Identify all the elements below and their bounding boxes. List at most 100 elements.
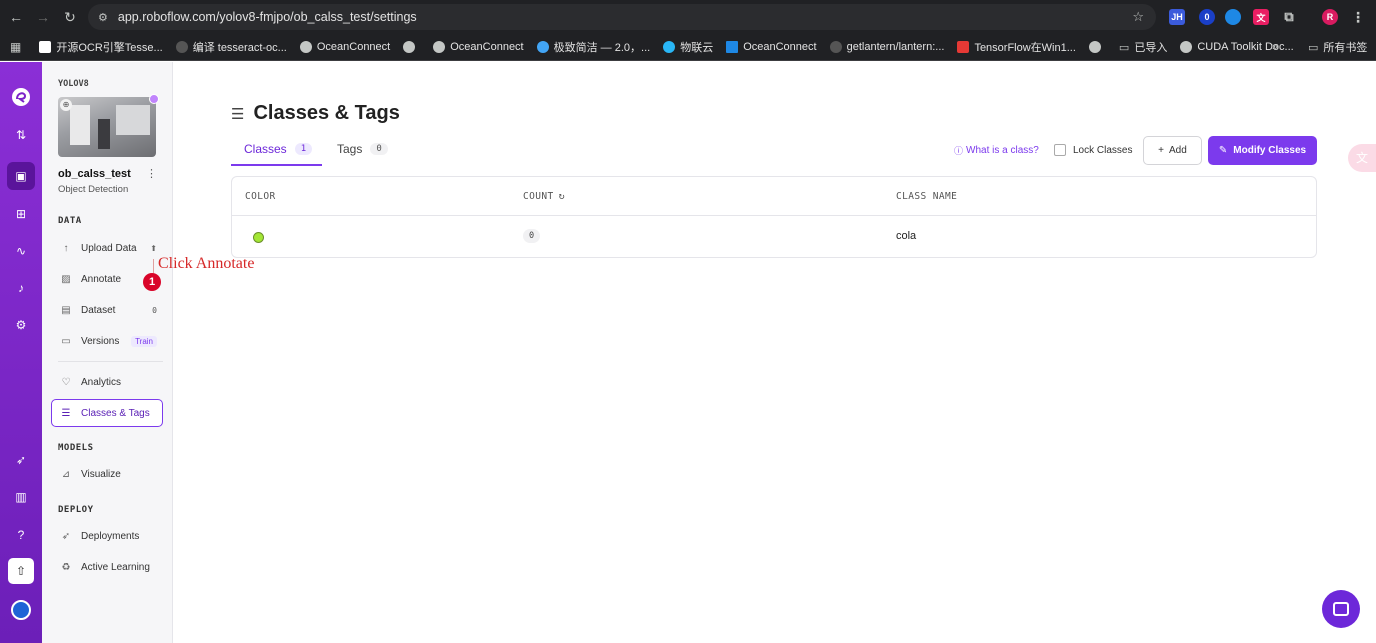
main-content: ☰ Classes & Tags Classes 1 Tags 0 ⓘ What… (174, 62, 1376, 643)
projects-icon[interactable]: ▣ (0, 169, 42, 183)
folder-icon: ▭ (1308, 41, 1319, 54)
project-menu-icon[interactable]: ⋮ (146, 167, 157, 180)
checkbox-box[interactable] (1054, 144, 1066, 156)
classes-table: COLOR COUNT ↻ CLASS NAME 0 cola (231, 176, 1317, 258)
status-dot (149, 94, 159, 104)
sidebar-item-upload-data[interactable]: ↑ Upload Data ⬆ (52, 235, 163, 261)
column-header-count[interactable]: COUNT ↻ (523, 177, 565, 215)
switch-icon[interactable]: ⇅ (0, 128, 42, 142)
bookmark-star-icon[interactable]: ☆ (1132, 9, 1144, 25)
add-button[interactable]: + Add (1143, 136, 1202, 165)
modify-classes-button[interactable]: ✎ Modify Classes (1208, 136, 1317, 165)
sidebar-item-deployments[interactable]: ➶ Deployments (52, 523, 163, 549)
tab-classes[interactable]: Classes 1 (244, 142, 313, 156)
translate-extension-icon[interactable]: 文 (1253, 9, 1269, 25)
extensions-puzzle-icon[interactable]: ⧉ (1281, 9, 1297, 25)
page-title: ☰ Classes & Tags (231, 102, 400, 124)
plus-icon: + (1158, 145, 1165, 156)
bookmark[interactable]: TensorFlow在Win1... (957, 39, 1076, 55)
tags-count-badge: 0 (370, 143, 388, 155)
user-avatar[interactable] (11, 600, 31, 620)
bookmark[interactable] (1088, 41, 1106, 53)
column-header-color: COLOR (245, 190, 276, 202)
extension-icon[interactable]: 0 (1199, 9, 1215, 25)
list-numbered-icon: ☰ (231, 105, 245, 123)
sidebar-item-versions[interactable]: ▭ Versions Train (52, 328, 163, 354)
edit-icon: ✎ (1218, 145, 1228, 156)
project-type: Object Detection (58, 184, 129, 195)
bookmark[interactable]: OceanConnect (726, 41, 817, 53)
extension-icon[interactable] (1225, 9, 1241, 25)
profile-avatar[interactable]: R (1322, 9, 1338, 25)
apps-grid-icon[interactable]: ▦ (10, 40, 21, 54)
help-icon[interactable]: ? (0, 528, 42, 542)
sidebar-item-visualize[interactable]: ⊿ Visualize (52, 461, 163, 487)
upload-small-icon: ⬆ (150, 243, 157, 253)
column-header-class-name: CLASS NAME (896, 190, 958, 202)
rocket-icon[interactable]: ➶ (0, 453, 42, 467)
workflows-icon[interactable]: ⊞ (0, 207, 42, 221)
tab-tags[interactable]: Tags 0 (337, 142, 388, 156)
browser-toolbar: ← → ↻ ⚙ app.roboflow.com/yolov8-fmjpo/ob… (0, 0, 1376, 34)
workspace-name[interactable]: YOLOV8 (58, 79, 89, 89)
bookmark[interactable]: OceanConnect (433, 41, 524, 53)
bookmark[interactable]: getlantern/lantern:... (829, 41, 944, 53)
question-circle-icon: ⓘ (954, 146, 964, 156)
bookmark[interactable]: OceanConnect (299, 41, 390, 53)
extension-icon[interactable]: JH (1169, 9, 1185, 25)
what-is-class-link[interactable]: ⓘ What is a class? (954, 144, 1039, 157)
section-models: MODELS (58, 443, 94, 453)
lock-classes-checkbox[interactable]: Lock Classes (1054, 144, 1132, 156)
url-text: app.roboflow.com/yolov8-fmjpo/ob_calss_t… (117, 10, 417, 24)
project-thumbnail[interactable]: ⊕ (58, 97, 156, 157)
folder-icon: ▭ (1118, 41, 1130, 54)
sidebar-item-classes-tags[interactable]: ☰ Classes & Tags (51, 399, 163, 427)
sidebar-item-dataset[interactable]: ▤ Dataset 0 (52, 297, 163, 323)
dataset-icon: ▤ (61, 304, 71, 316)
classes-icon: ☰ (61, 407, 71, 419)
analytics-icon: ♡ (61, 376, 71, 388)
docs-icon[interactable]: ▥ (0, 490, 42, 504)
upload-icon: ↑ (63, 242, 69, 254)
translate-float-icon[interactable]: 文 (1348, 144, 1376, 172)
bookmark[interactable]: 极致简洁 — 2.0，... (536, 39, 650, 55)
monitoring-icon[interactable]: ∿ (0, 244, 42, 258)
sidebar-item-active-learning[interactable]: ♻ Active Learning (52, 554, 163, 580)
annotate-icon: ▨ (61, 273, 71, 285)
versions-icon: ▭ (61, 335, 71, 347)
address-bar[interactable]: ⚙ app.roboflow.com/yolov8-fmjpo/ob_calss… (88, 4, 1156, 30)
class-color-swatch[interactable] (253, 232, 264, 243)
class-count: 0 (523, 229, 541, 243)
classes-count-badge: 1 (294, 143, 313, 155)
reload-icon[interactable]: ↻ (56, 9, 84, 26)
bookmark[interactable]: 编译 tesseract-oc... (175, 39, 287, 55)
project-title[interactable]: ob_calss_test (58, 168, 131, 180)
sidebar-item-analytics[interactable]: ♡ Analytics (52, 369, 163, 395)
bookmarks-bar: ▦ 开源OCR引擎Tesse... 编译 tesseract-oc... Oce… (0, 34, 1376, 61)
table-row[interactable]: 0 cola (232, 215, 1316, 258)
bookmark-folder[interactable]: ▭ 已导入 (1119, 39, 1167, 55)
annotation-step-badge: 1 (143, 273, 161, 291)
globe-icon: ⊕ (60, 99, 72, 111)
notifications-icon[interactable]: ♪ (0, 281, 42, 295)
roboflow-logo[interactable] (0, 87, 42, 110)
more-bookmarks-icon[interactable]: » (1272, 41, 1278, 53)
upload-icon[interactable]: ⇧ (8, 558, 34, 584)
all-bookmarks-folder[interactable]: ▭ 所有书签 (1308, 39, 1367, 55)
section-data: DATA (58, 216, 82, 226)
project-sidebar: YOLOV8 ⊕ ob_calss_test ⋮ Object Detectio… (42, 62, 173, 643)
divider (58, 361, 163, 362)
chat-icon (1333, 602, 1349, 616)
refresh-icon[interactable]: ↻ (559, 191, 565, 202)
settings-icon[interactable]: ⚙ (0, 318, 42, 332)
menu-dots-icon[interactable]: ⋮ (1350, 9, 1366, 25)
bookmark[interactable]: 开源OCR引擎Tesse... (39, 39, 163, 55)
site-settings-icon[interactable]: ⚙ (98, 11, 108, 24)
section-deploy: DEPLOY (58, 505, 94, 515)
chat-widget-button[interactable] (1322, 590, 1360, 628)
bookmark[interactable] (403, 41, 420, 53)
train-badge[interactable]: Train (131, 335, 157, 347)
forward-icon[interactable]: → (29, 9, 57, 25)
bookmark[interactable]: 物联云 (663, 39, 713, 55)
back-icon[interactable]: ← (2, 9, 30, 25)
